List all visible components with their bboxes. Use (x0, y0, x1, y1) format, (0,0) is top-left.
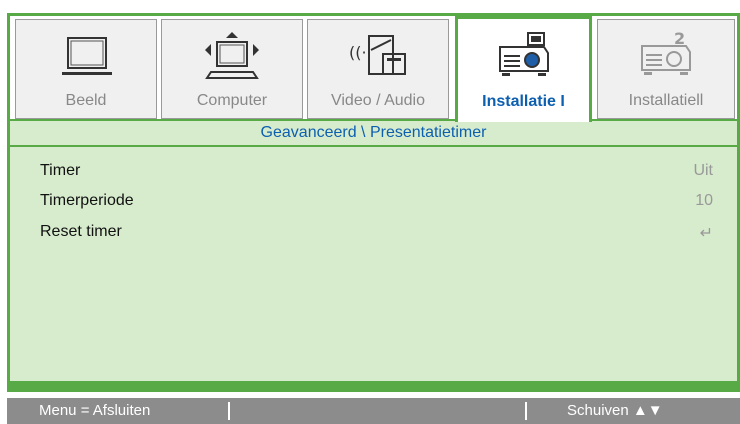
menu-content: Timer Uit Timerperiode 10 Reset timer ↵ (10, 147, 737, 381)
menu-item-label: Reset timer (40, 223, 122, 240)
monitor-icon (16, 28, 156, 84)
video-audio-icon: ((· (308, 28, 448, 84)
tab-installatie-ii[interactable]: 2 Installatiell (597, 19, 735, 119)
tab-label: Beeld (65, 92, 107, 109)
footer-divider (228, 402, 230, 420)
menu-item-value: 10 (695, 192, 713, 209)
projector-settings-icon: 2 (598, 28, 734, 84)
breadcrumb: Geavanceerd \ Presentatietimer (10, 119, 737, 145)
footer-exit-hint: Menu = Afsluiten (39, 402, 151, 419)
tab-label: Video / Audio (330, 92, 425, 109)
computer-icon (162, 28, 302, 84)
osd-menu-frame: Beeld Computer ((· Video / Audio Install… (7, 13, 740, 392)
tab-beeld[interactable]: Beeld (15, 19, 157, 119)
footer-scroll-hint: Schuiven ▲▼ (567, 402, 663, 419)
menu-item-reset-timer[interactable]: Reset timer ↵ (40, 223, 713, 249)
tab-computer[interactable]: Computer (161, 19, 303, 119)
tab-installatie-i[interactable]: Installatie I (455, 16, 592, 122)
footer-divider (525, 402, 527, 420)
tab-label: Installatiell (628, 92, 704, 109)
projector-icon (458, 29, 589, 85)
menu-item-value: Uit (693, 162, 713, 179)
menu-item-label: Timerperiode (40, 192, 134, 209)
menu-item-label: Timer (40, 162, 81, 179)
menu-item-timerperiode[interactable]: Timerperiode 10 (40, 192, 713, 218)
footer-bar: Menu = Afsluiten Schuiven ▲▼ (7, 398, 740, 424)
svg-text:((·: ((· (349, 43, 367, 62)
tab-label: Installatie I (482, 93, 565, 110)
tab-label: Computer (196, 92, 268, 109)
enter-icon: ↵ (699, 225, 713, 242)
menu-item-timer[interactable]: Timer Uit (40, 162, 713, 188)
tab-video-audio[interactable]: ((· Video / Audio (307, 19, 449, 119)
